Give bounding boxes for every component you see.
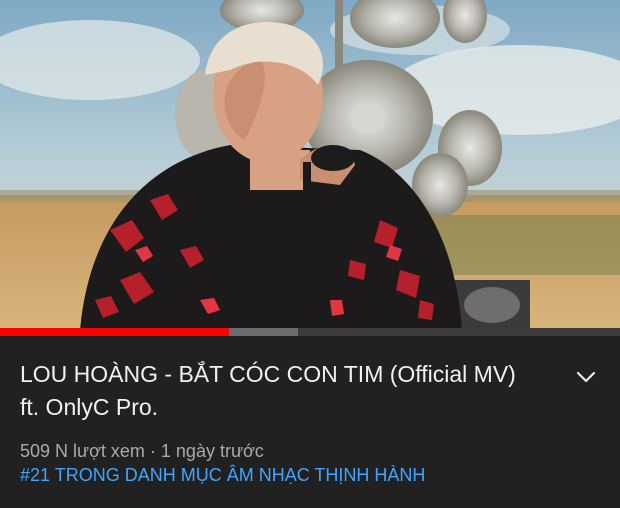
video-player[interactable] — [0, 0, 620, 330]
video-metadata: 509 N lượt xem · 1 ngày trước — [20, 439, 264, 463]
video-title[interactable]: LOU HOÀNG - BẮT CÓC CON TIM (Official MV… — [20, 358, 540, 424]
video-progress-bar[interactable] — [0, 328, 620, 336]
video-details: LOU HOÀNG - BẮT CÓC CON TIM (Official MV… — [0, 336, 620, 508]
video-frame — [0, 0, 620, 330]
view-count: 509 N lượt xem — [20, 441, 145, 461]
expand-description-button[interactable] — [568, 362, 604, 392]
meta-separator: · — [144, 441, 161, 461]
trending-badge-link[interactable]: #21 TRONG DANH MỤC ÂM NHẠC THỊNH HÀNH — [20, 463, 425, 487]
chevron-down-icon — [576, 371, 596, 383]
progress-played — [0, 328, 230, 336]
upload-date: 1 ngày trước — [160, 441, 264, 461]
